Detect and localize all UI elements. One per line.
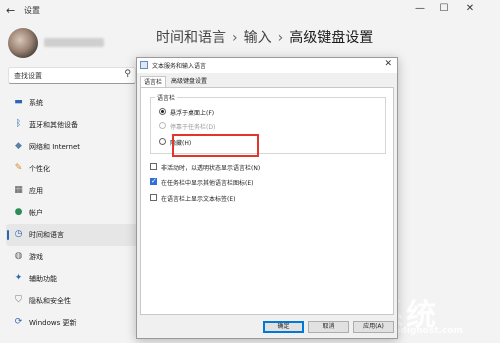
breadcrumb-separator: › — [232, 30, 238, 46]
group-label: 语言栏 — [155, 93, 178, 102]
sidebar-item[interactable]: ▦ 应用 — [6, 180, 137, 202]
monitor-icon: ▬ — [14, 97, 23, 107]
sidebar-item[interactable]: ⛉ 隐私和安全性 — [6, 290, 137, 312]
breadcrumb: 时间和语言 › 输入 › 高级键盘设置 — [156, 27, 373, 47]
sidebar-item-label: 系统 — [29, 99, 43, 107]
radio-button[interactable] — [159, 138, 166, 145]
text-services-dialog: 文本服务和输入语言 ✕ 语言栏 高级键盘设置 语言栏 悬浮于桌面上(F) 停靠于… — [136, 57, 398, 339]
minimize-button[interactable]: — — [412, 3, 428, 14]
dialog-title-bar: 文本服务和输入语言 ✕ — [137, 58, 397, 73]
user-profile[interactable] — [8, 28, 143, 58]
wifi-icon: ◆ — [15, 141, 22, 151]
dialog-close-icon[interactable]: ✕ — [384, 59, 392, 69]
title-bar: ← 设置 — ☐ ✕ — [0, 0, 500, 22]
sidebar-item[interactable]: ᛒ 蓝牙和其他设备 — [6, 114, 137, 136]
highlight-box — [172, 134, 259, 157]
sidebar-item-label: 应用 — [29, 187, 43, 195]
sidebar-item[interactable]: ◆ 网络和 Internet — [6, 136, 137, 158]
sidebar-nav: ▬ 系统 ᛒ 蓝牙和其他设备 ◆ 网络和 Internet ✎ 个性化 ▦ 应用 ● 帐户 ◷ 时间和语言… — [6, 92, 137, 334]
accessibility-icon: ✦ — [14, 273, 23, 283]
brush-icon: ✎ — [14, 163, 23, 173]
blurred-username — [44, 38, 104, 47]
sidebar-item-label: 蓝牙和其他设备 — [29, 121, 78, 129]
keyboard-icon — [140, 61, 148, 69]
sidebar-item-label: 隐私和安全性 — [29, 297, 71, 305]
radio-button — [159, 122, 166, 129]
sidebar-item-label: 辅助功能 — [29, 275, 57, 283]
close-button[interactable]: ✕ — [462, 3, 478, 14]
shield-icon: ⛉ — [15, 295, 22, 305]
radio-button[interactable] — [159, 108, 166, 115]
breadcrumb-time-language[interactable]: 时间和语言 — [156, 30, 226, 46]
search-placeholder: 查找设置 — [14, 72, 42, 80]
apply-button[interactable]: 应用(A) — [353, 321, 394, 333]
breadcrumb-separator: › — [277, 30, 284, 46]
radio-label: 悬浮于桌面上(F) — [170, 110, 215, 117]
sidebar-item[interactable]: ◷ 时间和语言 — [6, 224, 137, 246]
checkbox-label: 在语言栏上显示文本标签(E) — [161, 196, 236, 203]
sidebar-item[interactable]: ✎ 个性化 — [6, 158, 137, 180]
bluetooth-icon: ᛒ — [15, 119, 22, 129]
sidebar-item-label: 游戏 — [29, 253, 43, 261]
search-box[interactable]: 查找设置 ⚲ — [8, 67, 136, 84]
sidebar-item-label: 网络和 Internet — [29, 143, 81, 151]
window-title: 设置 — [24, 6, 40, 15]
checkbox[interactable] — [150, 163, 157, 170]
sidebar-item[interactable]: ● 帐户 — [6, 202, 137, 224]
sidebar-item[interactable]: ⟳ Windows 更新 — [6, 312, 137, 334]
sidebar-item-label: 时间和语言 — [29, 231, 64, 239]
sidebar-item[interactable]: ◍ 游戏 — [6, 246, 137, 268]
checkbox[interactable] — [150, 194, 157, 201]
avatar — [8, 28, 38, 58]
dialog-title: 文本服务和输入语言 — [152, 63, 207, 70]
checkbox[interactable] — [150, 177, 157, 186]
ok-button[interactable]: 确定 — [263, 321, 304, 333]
dialog-panel: 语言栏 悬浮于桌面上(F) 停靠于任务栏(D) 隐藏(H) 非活动时，以透明状态… — [140, 87, 394, 315]
checkbox-label: 在任务栏中显示其他语言栏图标(E) — [161, 180, 254, 187]
page-title: 高级键盘设置 — [289, 30, 374, 46]
cancel-button[interactable]: 取消 — [308, 321, 349, 333]
maximize-button[interactable]: ☐ — [436, 3, 452, 14]
sidebar-item-label: 帐户 — [29, 209, 43, 217]
sidebar-item-label: Windows 更新 — [29, 319, 77, 327]
account-icon: ● — [14, 207, 23, 217]
clock-globe-icon: ◷ — [14, 229, 23, 239]
checkbox-label: 非活动时，以透明状态显示语言栏(N) — [161, 165, 261, 172]
breadcrumb-input[interactable]: 输入 — [244, 30, 272, 46]
sidebar-item[interactable]: ✦ 辅助功能 — [6, 268, 137, 290]
gamepad-icon: ◍ — [14, 251, 23, 261]
sidebar-item[interactable]: ▬ 系统 — [6, 92, 137, 114]
update-icon: ⟳ — [14, 317, 23, 327]
radio-label: 停靠于任务栏(D) — [170, 124, 216, 131]
back-arrow-icon[interactable]: ← — [6, 4, 15, 17]
apps-icon: ▦ — [14, 185, 23, 195]
sidebar-item-label: 个性化 — [29, 165, 50, 173]
search-icon: ⚲ — [124, 69, 131, 79]
